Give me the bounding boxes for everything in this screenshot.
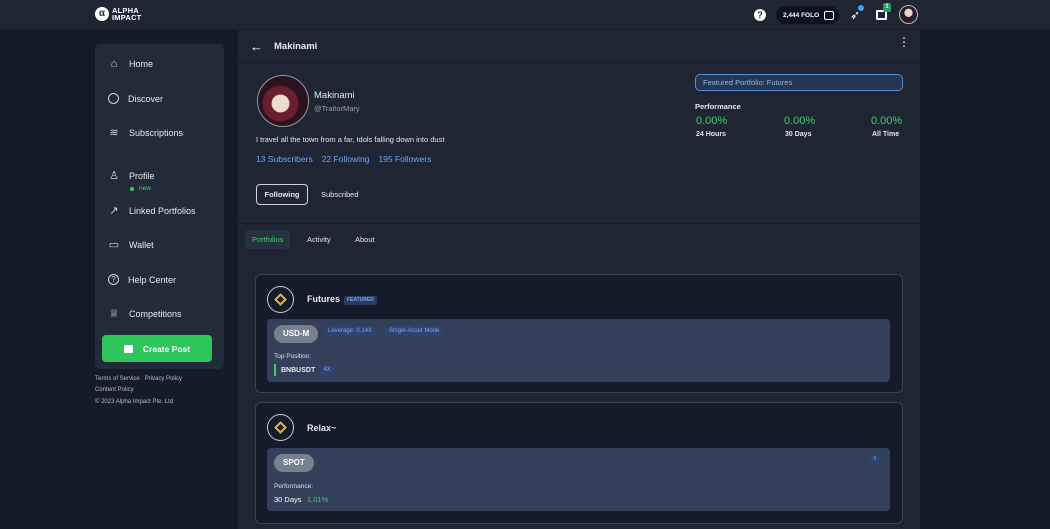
help-icon[interactable]: ? <box>754 9 766 21</box>
sidebar: ⌂ Home Discover ≋ Subscriptions new ♙ Profi… <box>95 44 224 369</box>
asset-mode-chip: Single-Asset Mode <box>385 326 444 336</box>
sidebar-item-discover[interactable]: Discover <box>108 93 163 104</box>
divider <box>238 223 920 224</box>
balance-button[interactable]: 2,444 FOLO <box>776 6 839 24</box>
sidebar-item-label: Discover <box>128 93 164 104</box>
portfolio-name: Futures <box>307 294 341 304</box>
sidebar-item-home[interactable]: ⌂ Home <box>108 58 153 70</box>
perf-period: 30 Days <box>274 495 302 504</box>
profile-handle: @TraitorMary <box>314 104 360 113</box>
wifi-icon: ≋ <box>109 127 119 139</box>
performance-title: Performance <box>695 102 741 111</box>
subscribers-link[interactable]: 13 Subscribers <box>256 154 313 164</box>
terms-link[interactable]: Terms of Service <box>95 376 140 382</box>
notification-dot <box>858 5 864 11</box>
performance-label: Performance: <box>274 483 314 490</box>
subscribed-button[interactable]: Subscribed <box>321 184 359 205</box>
new-badge: new <box>130 185 151 192</box>
copyright: © 2023 Alpha Impact Pte. Ltd <box>95 398 174 405</box>
sidebar-item-label: Wallet <box>129 240 154 250</box>
portfolio-card[interactable]: Relax~ SPOT 6 Performance: 30 Days 1.01% <box>255 402 903 524</box>
balance-value: 2,444 FOLO <box>783 11 820 19</box>
count-badge: 6 <box>869 454 881 465</box>
perf-30d-label: 30 Days <box>785 131 812 138</box>
sidebar-item-label: Subscriptions <box>129 128 184 138</box>
sidebar-item-competitions[interactable]: ♕ Competitions <box>108 308 182 320</box>
perf-24h-label: 24 Hours <box>696 131 726 138</box>
sidebar-item-label: Home <box>129 59 154 69</box>
market-pill: SPOT <box>274 454 314 472</box>
tab-activity[interactable]: Activity <box>300 230 338 249</box>
perf-alltime-label: All Time <box>872 131 900 138</box>
tab-about[interactable]: About <box>348 230 382 249</box>
gift-badge: 1 <box>883 3 891 12</box>
help-icon: ? <box>108 274 119 285</box>
sidebar-item-subscriptions[interactable]: ≋ Subscriptions <box>108 127 183 139</box>
binance-icon <box>267 286 294 313</box>
profile-stats: 13 Subscribers 22 Following 195 Follower… <box>256 154 440 164</box>
trophy-icon: ♕ <box>109 308 119 320</box>
back-arrow-icon[interactable]: ← <box>250 39 263 54</box>
wallet-icon <box>824 10 835 20</box>
portfolio-details: USD-M Leverage: 0.14X Single-Asset Mode … <box>267 319 890 382</box>
logo-mark-icon: α <box>95 7 109 21</box>
following-link[interactable]: 22 Following <box>322 154 370 164</box>
sidebar-item-label: Competitions <box>129 309 182 319</box>
page-title: Makinami <box>274 41 318 52</box>
rocket-icon[interactable]: ➶ <box>850 5 864 22</box>
wallet-icon: ▭ <box>108 239 120 251</box>
following-button[interactable]: Following <box>256 184 308 205</box>
top-position: BNBUSDT 4X <box>274 364 335 376</box>
featured-tag: FEATURED <box>344 296 377 305</box>
post-icon <box>123 344 133 353</box>
profile-panel: ← Makinami ⋮ Makinami @TraitorMary I tra… <box>238 30 920 529</box>
content-policy-link[interactable]: Content Policy <box>95 387 134 393</box>
perf-30d-value: 0.00% <box>784 115 816 127</box>
footer-links: Terms of Service Privacy Policy Content P… <box>95 374 187 408</box>
market-pill: USD-M <box>274 325 319 343</box>
chart-icon: ↗ <box>109 205 119 217</box>
followers-link[interactable]: 195 Followers <box>378 154 431 164</box>
perf-alltime-value: 0.00% <box>871 115 903 127</box>
sidebar-item-profile[interactable]: ♙ Profile <box>108 170 155 182</box>
logo[interactable]: α ALPHA IMPACT <box>95 7 141 21</box>
top-bar: α ALPHA IMPACT ? 2,444 FOLO ➶ 1 <box>0 0 1050 30</box>
top-position-label: Top Position: <box>274 353 312 360</box>
sidebar-item-help-center[interactable]: ? Help Center <box>108 274 176 285</box>
leverage-chip: Leverage: 0.14X <box>324 326 377 336</box>
profile-bio: I travel all the town from a far, Idols … <box>256 135 445 144</box>
gift-icon[interactable]: 1 <box>876 3 891 20</box>
privacy-link[interactable]: Privacy Policy <box>145 376 182 382</box>
user-avatar[interactable] <box>899 5 918 24</box>
sidebar-item-label: Linked Portfolios <box>129 206 196 216</box>
logo-text: ALPHA IMPACT <box>112 6 142 22</box>
sidebar-item-wallet[interactable]: ▭ Wallet <box>108 239 154 251</box>
sidebar-item-linked-portfolios[interactable]: ↗ Linked Portfolios <box>108 205 196 217</box>
featured-portfolio-button[interactable]: Featured Portfolio: Futures <box>695 74 903 91</box>
sidebar-item-label: Help Center <box>128 274 177 285</box>
user-icon: ♙ <box>109 170 119 182</box>
tab-portfolios[interactable]: Portfolios <box>245 230 291 249</box>
sidebar-item-label: Profile <box>129 171 155 181</box>
create-post-button[interactable]: Create Post <box>102 335 212 362</box>
portfolio-name: Relax~ <box>307 423 337 433</box>
portfolio-card[interactable]: Futures FEATURED USD-M Leverage: 0.14X S… <box>255 274 903 393</box>
profile-avatar <box>257 75 309 127</box>
profile-name: Makinami <box>314 90 355 101</box>
perf-24h-value: 0.00% <box>696 115 728 127</box>
position-symbol: BNBUSDT <box>281 366 316 374</box>
globe-icon <box>108 93 119 104</box>
home-icon: ⌂ <box>110 58 118 70</box>
perf-value: 1.01% <box>307 495 329 504</box>
more-options-icon[interactable]: ⋮ <box>898 36 910 48</box>
position-leverage: 4X <box>319 365 335 375</box>
binance-icon <box>267 414 294 441</box>
portfolio-details: SPOT 6 Performance: 30 Days 1.01% <box>267 448 890 511</box>
profile-header: ← Makinami ⋮ <box>238 30 920 63</box>
